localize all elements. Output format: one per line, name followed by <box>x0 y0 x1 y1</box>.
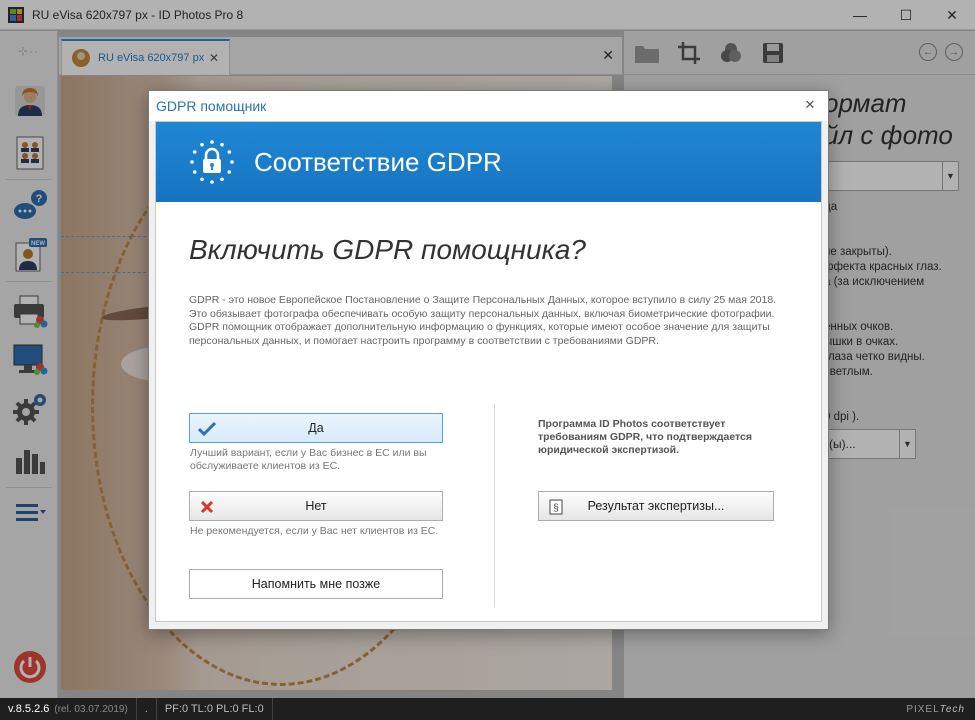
no-button-label: Нет <box>305 499 327 513</box>
no-button[interactable]: Нет <box>189 491 443 521</box>
version-info: v.8.5.2.6 (rel. 03.07.2019) <box>0 698 137 720</box>
dialog-title: GDPR помощник <box>156 98 267 114</box>
status-bar: v.8.5.2.6 (rel. 03.07.2019) . PF:0 TL:0 … <box>0 698 975 720</box>
dialog-close-button[interactable]: ✕ <box>802 97 818 113</box>
gdpr-description: GDPR - это новое Европейское Постановлен… <box>189 294 789 348</box>
svg-text:§: § <box>553 503 559 514</box>
description-paragraph: GDPR помощник отображает дополнительную … <box>189 321 770 347</box>
eu-lock-icon <box>190 140 234 184</box>
banner-title: Соответствие GDPR <box>254 146 502 177</box>
gdpr-banner: Соответствие GDPR <box>156 122 821 202</box>
document-icon: § <box>547 498 565 516</box>
version-number: v.8.5.2.6 <box>8 703 50 715</box>
brand-part: Tech <box>939 703 965 715</box>
brand-logo: PIXELTech <box>906 704 975 715</box>
dialog-divider <box>494 404 495 607</box>
dialog-titlebar: GDPR помощник <box>149 91 828 121</box>
release-date: (rel. 03.07.2019) <box>54 703 128 715</box>
yes-hint: Лучший вариант, если у Вас бизнес в ЕС и… <box>190 447 427 472</box>
brand-part: PIXEL <box>906 703 940 715</box>
remind-later-label: Напомнить мне позже <box>251 577 381 591</box>
expertise-result-label: Результат экспертизы... <box>587 499 725 513</box>
dialog-heading: Включить GDPR помощника? <box>189 234 586 265</box>
counters: PF:0 TL:0 PL:0 FL:0 <box>157 698 273 720</box>
expertise-result-button[interactable]: § Результат экспертизы... <box>538 491 774 521</box>
dialog-content: Соответствие GDPR Включить GDPR помощник… <box>155 121 822 622</box>
description-paragraph: GDPR - это новое Европейское Постановлен… <box>189 294 777 320</box>
status-dot: . <box>137 698 157 720</box>
gdpr-dialog: GDPR помощник ✕ Соответствие GDPR Включи… <box>148 90 829 630</box>
checkmark-icon <box>198 420 216 438</box>
cross-icon <box>198 498 216 516</box>
no-hint: Не рекомендуется, если у Вас нет клиенто… <box>190 525 439 537</box>
compliance-text: Программа ID Photos соответствует требов… <box>538 418 752 456</box>
yes-button[interactable]: Да <box>189 413 443 443</box>
remind-later-button[interactable]: Напомнить мне позже <box>189 569 443 599</box>
yes-button-label: Да <box>308 421 324 435</box>
